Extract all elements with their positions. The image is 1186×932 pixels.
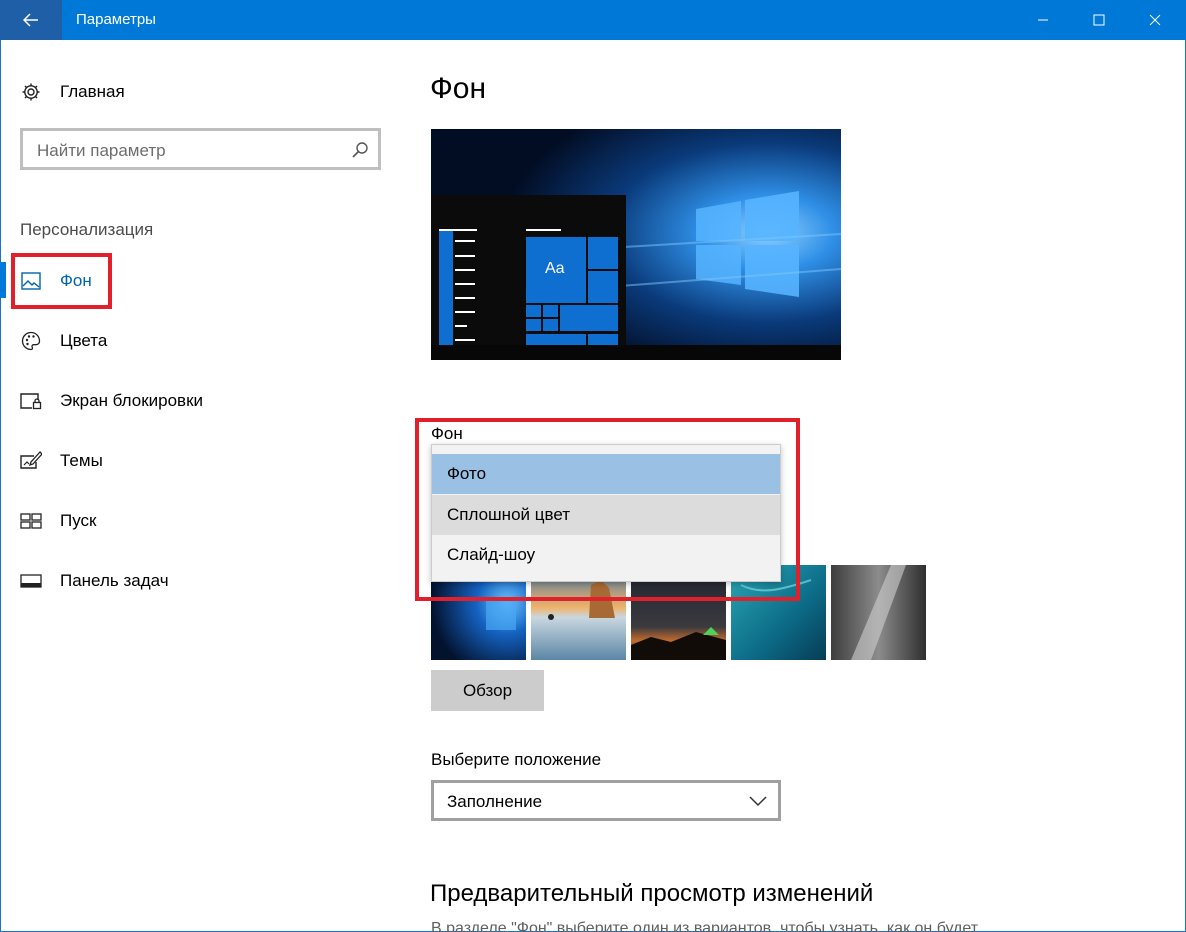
maximize-icon: [1093, 14, 1105, 26]
close-icon: [1149, 14, 1161, 26]
start-icon: [20, 510, 42, 532]
gear-icon: [20, 81, 42, 103]
chevron-down-icon: [749, 796, 767, 807]
title-bar: Параметры: [0, 0, 1186, 40]
back-button[interactable]: [0, 0, 62, 40]
minimize-icon: [1038, 19, 1048, 21]
preview-tile-text: Aa: [545, 260, 565, 277]
minimize-button[interactable]: [1012, 0, 1074, 40]
preview-heading: Предварительный просмотр изменений: [430, 880, 874, 907]
highlight-frame-dropdown: [415, 418, 800, 601]
sidebar-item-colors[interactable]: Цвета: [0, 321, 400, 361]
browse-button[interactable]: Обзор: [431, 670, 544, 711]
search-placeholder: Найти параметр: [37, 141, 166, 160]
highlight-frame-nav: [11, 253, 112, 309]
search-icon[interactable]: [350, 140, 370, 160]
recent-image-5[interactable]: [831, 565, 926, 660]
home-link[interactable]: Главная: [0, 72, 400, 112]
back-arrow-icon: [23, 13, 38, 27]
section-title: Персонализация: [20, 220, 154, 239]
taskbar-icon: [20, 570, 42, 592]
sidebar-item-start[interactable]: Пуск: [0, 501, 400, 541]
position-label: Выберите положение: [431, 750, 602, 769]
window-title: Параметры: [76, 11, 156, 28]
preview-description: В разделе "Фон" выберите один из вариант…: [431, 920, 979, 932]
sidebar-item-label: Цвета: [60, 331, 108, 350]
themes-icon: [20, 450, 42, 472]
position-select[interactable]: Заполнение: [431, 780, 781, 821]
maximize-button[interactable]: [1068, 0, 1130, 40]
lock-screen-icon: [20, 390, 42, 412]
sidebar-item-lock-screen[interactable]: Экран блокировки: [0, 381, 400, 421]
home-label: Главная: [60, 82, 125, 101]
sidebar-item-label: Темы: [60, 451, 103, 470]
search-input[interactable]: Найти параметр: [20, 128, 381, 170]
sidebar-item-label: Панель задач: [60, 571, 169, 590]
sidebar-item-label: Пуск: [60, 511, 97, 530]
close-button[interactable]: [1124, 0, 1186, 40]
position-value: Заполнение: [447, 792, 543, 811]
desktop-preview-image: [431, 129, 841, 360]
sidebar-item-taskbar[interactable]: Панель задач: [0, 561, 400, 601]
page-title: Фон: [430, 72, 487, 105]
desktop-preview: Aa: [431, 129, 841, 360]
sidebar-item-label: Экран блокировки: [60, 391, 204, 410]
sidebar-item-themes[interactable]: Темы: [0, 441, 400, 481]
palette-icon: [20, 330, 42, 352]
